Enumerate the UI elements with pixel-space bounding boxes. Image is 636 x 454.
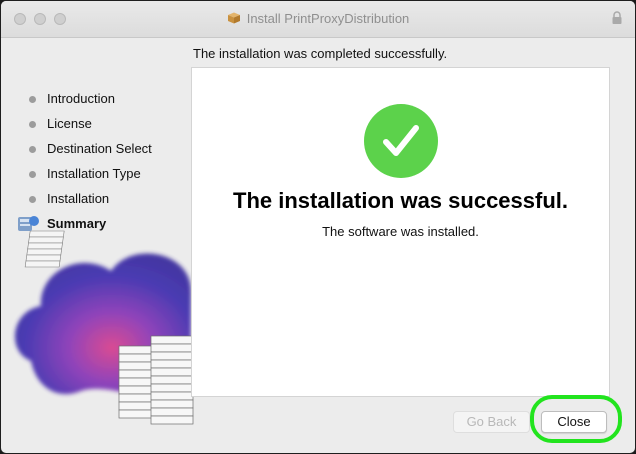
lock-icon — [612, 11, 622, 24]
window-title-group: Install PrintProxyDistribution — [1, 11, 635, 26]
step-bullet — [29, 96, 36, 103]
installer-artwork — [14, 230, 194, 425]
step-label: Summary — [47, 216, 107, 231]
close-button[interactable]: Close — [541, 411, 607, 433]
content-panel: The installation was successful. The sof… — [191, 67, 610, 397]
go-back-button[interactable]: Go Back — [453, 411, 530, 433]
installer-window: Install PrintProxyDistribution The insta… — [0, 0, 636, 454]
status-heading: The installation was completed successfu… — [193, 46, 448, 61]
success-subtitle: The software was installed. — [322, 224, 479, 239]
step-label: Installation Type — [47, 166, 141, 181]
step-bullet — [29, 171, 36, 178]
step-bullet — [29, 146, 36, 153]
summary-package-icon — [18, 216, 39, 231]
step-label: Introduction — [47, 91, 115, 106]
window-title: Install PrintProxyDistribution — [246, 11, 410, 26]
success-title: The installation was successful. — [233, 188, 568, 213]
step-label: Destination Select — [47, 141, 152, 156]
success-check-icon — [364, 104, 438, 178]
step-label: Installation — [47, 191, 110, 206]
step-label: License — [47, 116, 92, 131]
package-icon — [227, 12, 240, 24]
title-bar[interactable]: Install PrintProxyDistribution — [1, 1, 635, 38]
step-bullet — [29, 196, 36, 203]
step-bullet — [29, 121, 36, 128]
